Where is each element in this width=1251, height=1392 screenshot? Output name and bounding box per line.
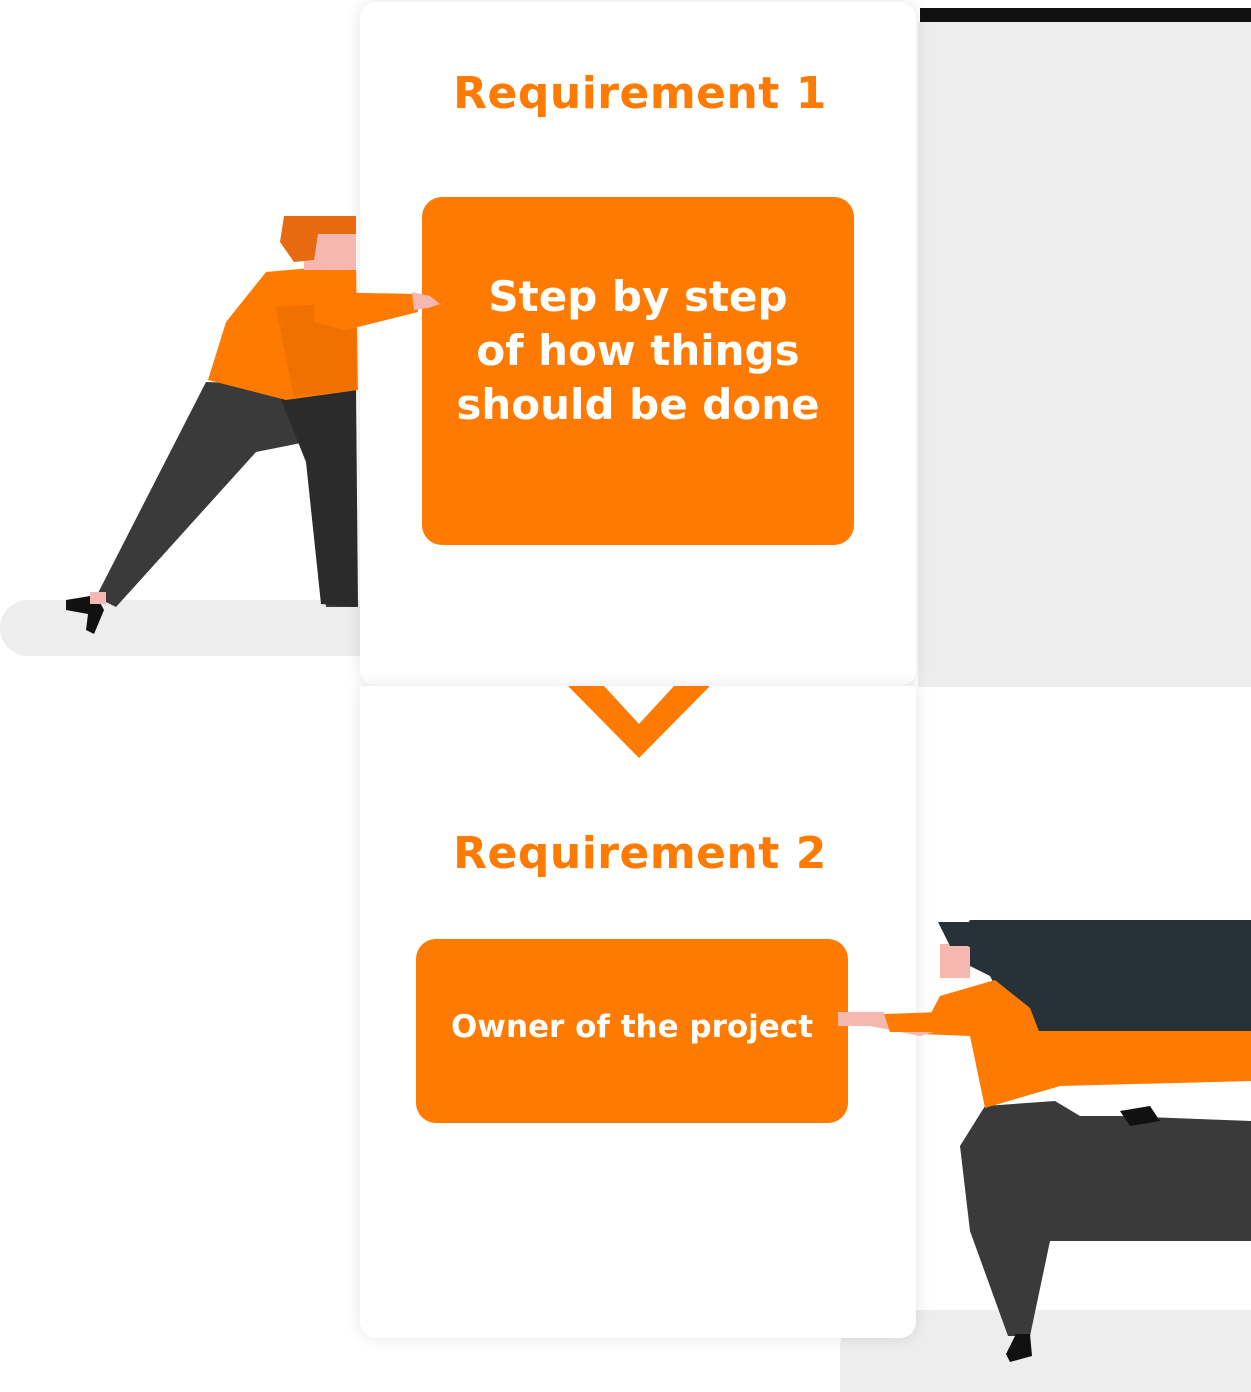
requirement-description-2: Owner of the project <box>450 1009 814 1045</box>
requirement-title-1: Requirement 1 <box>453 68 827 119</box>
requirement-box-2: Owner of the project <box>416 939 848 1123</box>
background-panel-top-right <box>918 22 1251 687</box>
background-bar-top-right <box>920 8 1251 22</box>
requirement-box-1: Step by step of how things should be don… <box>422 197 854 545</box>
requirement-description-1: Step by step of how things should be don… <box>456 272 820 429</box>
person-pulling-illustration <box>838 920 1251 1362</box>
arrow-down-icon <box>568 686 710 758</box>
requirement-title-2: Requirement 2 <box>453 828 827 879</box>
person-pushing-illustration <box>66 216 440 634</box>
